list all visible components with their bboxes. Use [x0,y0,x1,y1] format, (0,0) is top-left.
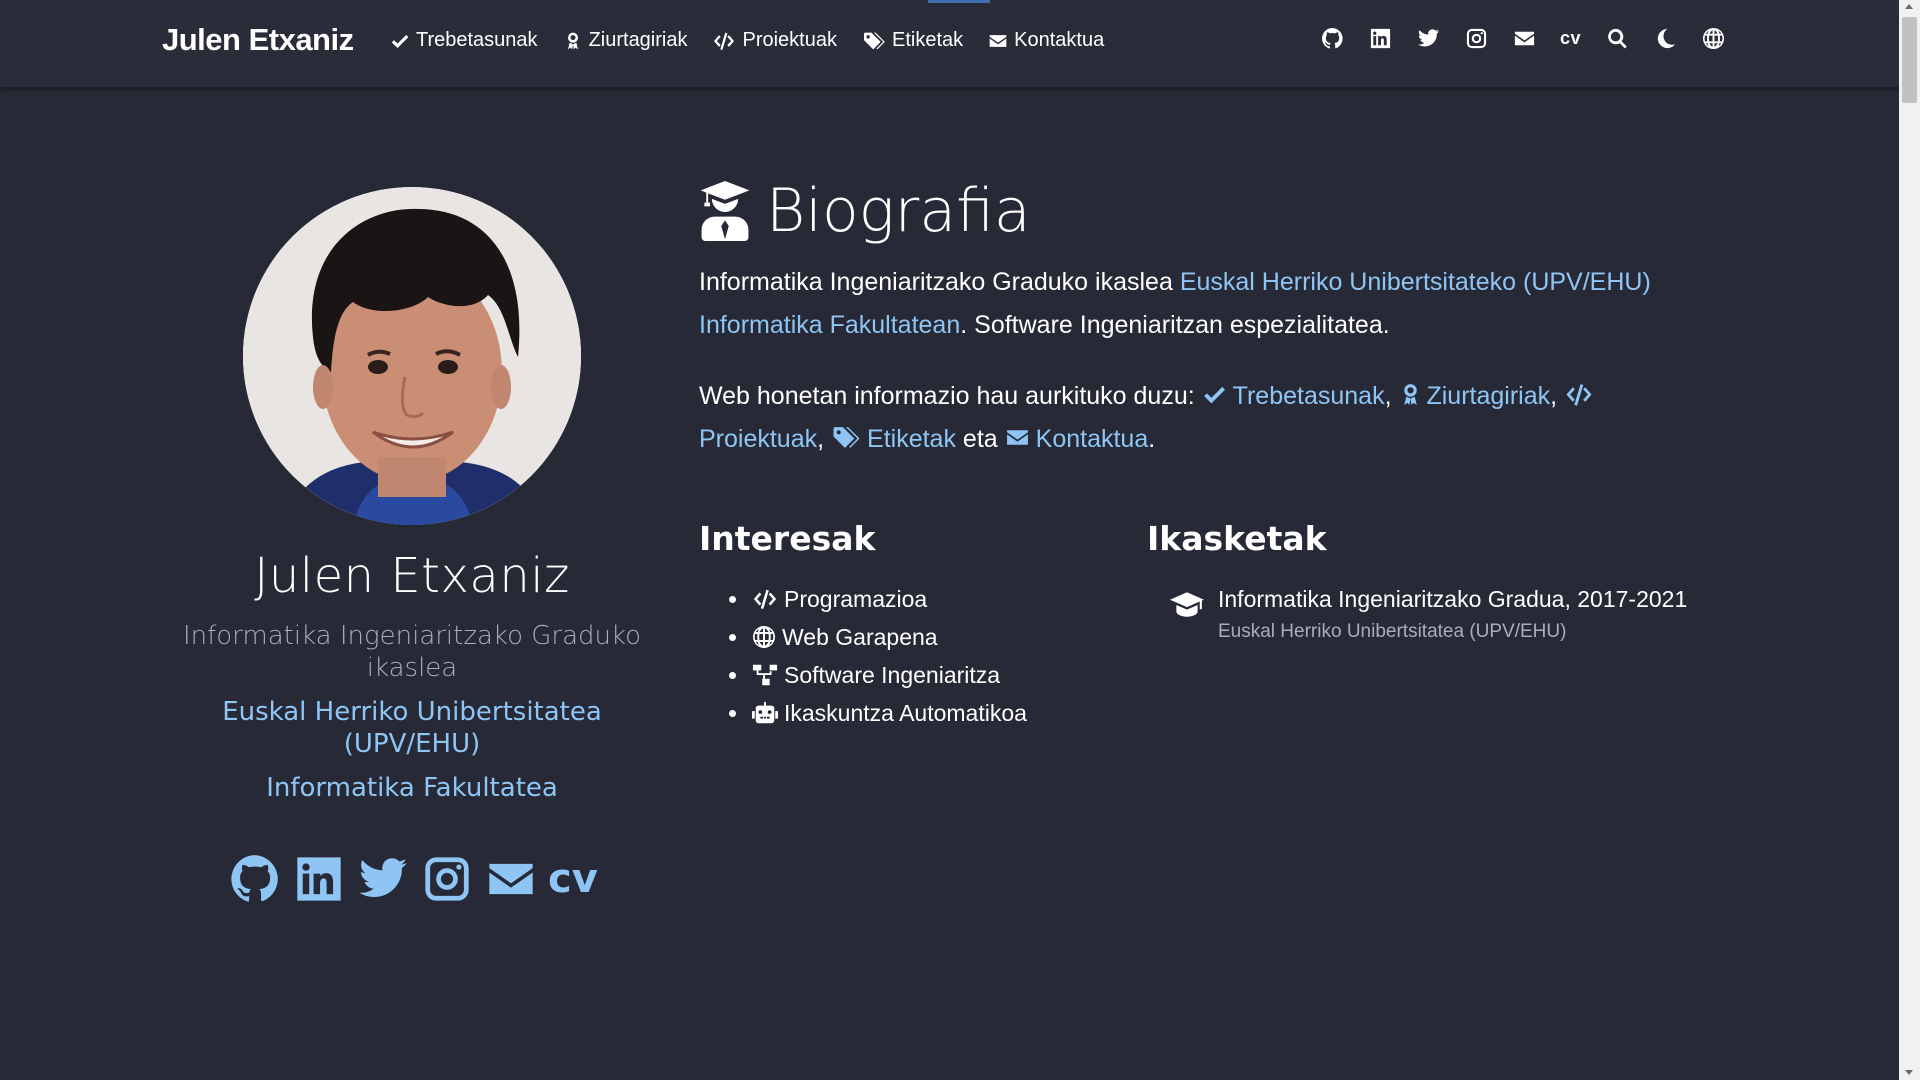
education-course: Informatika Ingeniaritzako Gradua, 2017-… [1218,586,1688,612]
envelope-icon[interactable] [484,852,538,906]
bio-heading: Biografia [698,176,1031,246]
search-icon[interactable] [1605,26,1629,50]
github-icon[interactable] [1320,26,1344,50]
separator: , [817,425,825,453]
instagram-icon[interactable] [1464,26,1488,50]
profile-role: Informatika Ingeniaritzako Graduko ikasl… [182,621,642,683]
check-icon [1202,382,1227,407]
nav-links: Trebetasunak Ziurtagiriak Proiektuak Eti… [390,29,1104,52]
nav-link-trebetasunak[interactable]: Trebetasunak [390,29,538,52]
list-item: Software Ingeniaritza [750,656,1027,694]
sitemap-icon [752,663,778,687]
link-kontaktua[interactable]: Kontaktua [1005,425,1149,453]
link-label: Kontaktua [1035,425,1149,453]
github-icon[interactable] [228,852,282,906]
envelope-icon[interactable] [1512,26,1536,50]
bio-p1-text: Informatika Ingeniaritzako Graduko ikasl… [699,268,1180,296]
code-icon [752,587,778,611]
interest-label: Web Garapena [782,624,938,650]
twitter-icon[interactable] [1416,26,1440,50]
robot-icon [752,701,778,725]
nav-right-icons: cv [1320,26,1725,50]
avatar [243,187,581,525]
tags-icon [831,425,861,450]
nav-link-label: Ziurtagiriak [588,29,688,51]
certificate-icon [563,31,583,51]
scroll-thumb[interactable] [1902,17,1917,103]
globe-icon[interactable] [1701,26,1725,50]
profile-organization-link[interactable]: Euskal Herriko Unibertsitatea (UPV/EHU) [160,696,664,760]
code-icon [1564,382,1594,407]
link-label: Ziurtagiriak [1426,382,1551,410]
cv-link[interactable]: cv [1560,28,1581,49]
scroll-up-arrow[interactable] [1905,4,1913,9]
bio-paragraph-1: Informatika Ingeniaritzako Graduko ikasl… [699,261,1719,347]
period: . [1148,425,1156,453]
separator: , [1384,382,1392,410]
education-title: Ikasketak [1147,519,1327,558]
moon-icon[interactable] [1653,26,1677,50]
scrollbar[interactable] [1899,0,1920,1080]
profile-faculty-link[interactable]: Informatika Fakultatea [160,773,664,803]
globe-icon [752,625,776,649]
bio-title: Biografia [766,176,1031,246]
nav-link-label: Kontaktua [1014,29,1105,51]
nav-link-etiketak[interactable]: Etiketak [862,29,963,52]
scroll-down-arrow[interactable] [1905,1070,1913,1075]
check-icon [390,31,410,51]
interest-label: Software Ingeniaritza [784,662,1001,688]
link-label: Etiketak [867,425,956,453]
bio-p1-text-end: . Software Ingeniaritzan espezialitatea. [960,311,1390,339]
graduation-cap-icon [1170,590,1204,620]
envelope-icon [1005,425,1030,450]
list-item: Programazioa [750,580,1027,618]
nav-link-ziurtagiriak[interactable]: Ziurtagiriak [563,29,688,52]
list-item: Ikaskuntza Automatikoa [750,694,1027,732]
nav-link-label: Trebetasunak [416,29,538,51]
linkedin-icon[interactable] [292,852,346,906]
link-label: Proiektuak [699,425,818,453]
separator: , [1550,382,1558,410]
nav-link-kontaktua[interactable]: Kontaktua [988,29,1104,52]
link-ziurtagiriak[interactable]: Ziurtagiriak [1398,382,1550,410]
envelope-icon [988,31,1008,51]
interest-label: Ikaskuntza Automatikoa [784,700,1027,726]
profile-social-links: cv [228,852,598,906]
bio-p2-text: Web honetan informazio hau aurkituko duz… [699,382,1202,410]
list-item: Web Garapena [750,618,1027,656]
nav-link-label: Etiketak [891,29,964,51]
cv-link[interactable]: cv [548,856,598,902]
interests-list: Programazioa Web Garapena Software Ingen… [726,580,1027,732]
nav-link-label: Proiektuak [742,29,837,51]
interests-title: Interesak [699,519,876,558]
education-text: Informatika Ingeniaritzako Gradua, 2017-… [1218,580,1687,646]
interest-label: Programazioa [784,586,928,612]
nav-link-proiektuak[interactable]: Proiektuak [712,29,837,52]
instagram-icon[interactable] [420,852,474,906]
profile-name: Julen Etxaniz [254,548,570,604]
bio-paragraph-2: Web honetan informazio hau aurkituko duz… [699,375,1719,461]
brand-link[interactable]: Julen Etxaniz [162,22,354,58]
certificate-icon [1398,382,1423,407]
link-etiketak[interactable]: Etiketak [831,425,956,453]
tags-icon [862,31,886,51]
user-graduate-icon [698,181,752,241]
education-institution: Euskal Herriko Unibertsitatea (UPV/EHU) [1218,621,1567,642]
link-trebetasunak[interactable]: Trebetasunak [1202,382,1385,410]
nav-scroll-indicator [928,0,990,3]
linkedin-icon[interactable] [1368,26,1392,50]
link-label: Trebetasunak [1232,382,1385,410]
avatar-image [243,187,581,525]
code-icon [712,31,736,51]
twitter-icon[interactable] [356,852,410,906]
education-item: Informatika Ingeniaritzako Gradua, 2017-… [1170,580,1687,646]
top-navbar: Julen Etxaniz Trebetasunak Ziurtagiriak … [0,0,1899,88]
conjunction: eta [962,425,998,453]
